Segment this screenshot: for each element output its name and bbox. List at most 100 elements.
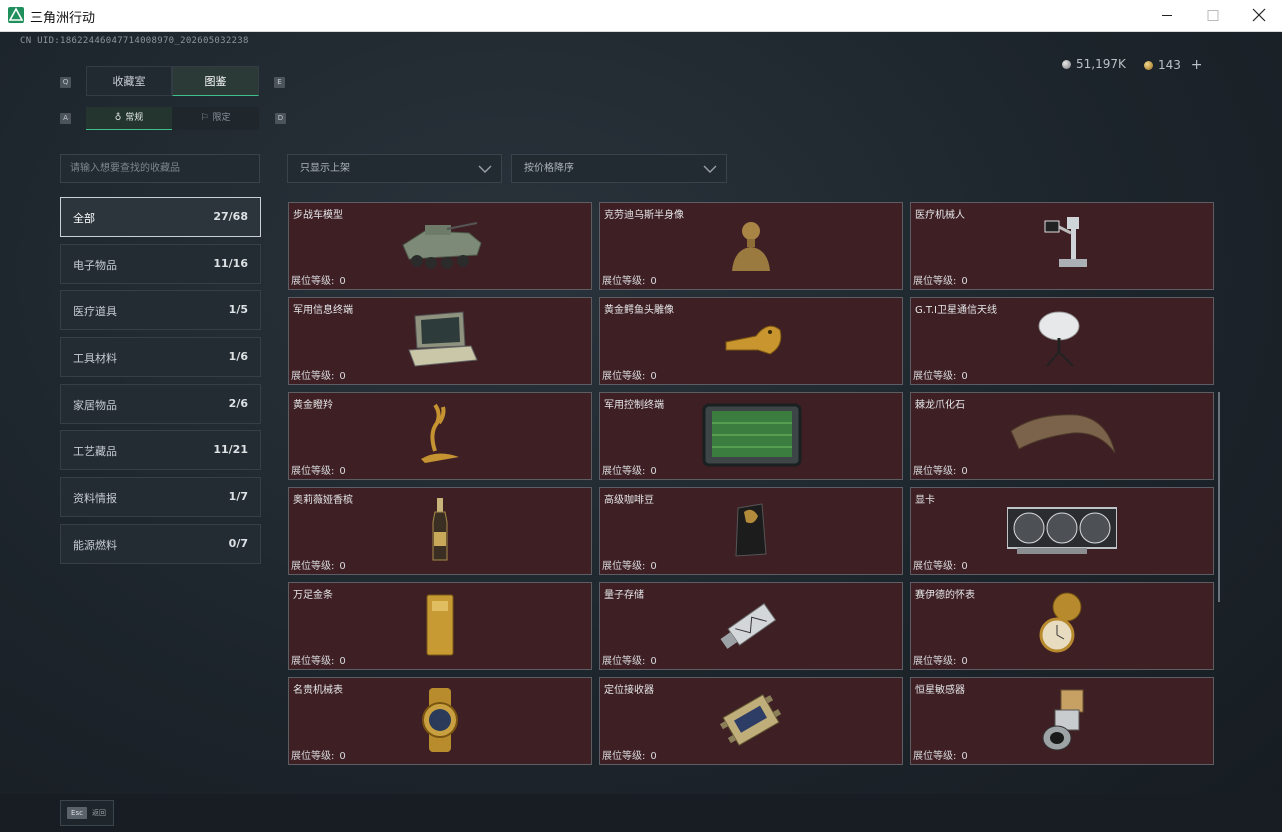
collectible-card[interactable]: 显卡 展位等级: 0	[910, 487, 1214, 575]
booth-level-label: 展位等级:	[913, 466, 957, 477]
limited-icon: ⚐	[200, 113, 209, 123]
collectible-card[interactable]: 棘龙爪化石 展位等级: 0	[910, 392, 1214, 480]
graphics-card-icon	[1006, 496, 1118, 564]
coin-amount: 51,197K	[1076, 57, 1126, 71]
booth-level: 展位等级: 0	[913, 272, 968, 287]
category-count: 11/21	[213, 443, 248, 456]
item-name: 万足金条	[293, 590, 333, 601]
wristwatch-icon	[385, 686, 495, 754]
booth-level: 展位等级: 0	[602, 367, 657, 382]
category-count: 1/5	[228, 303, 248, 316]
footer-bar	[0, 794, 1282, 832]
category-count: 2/6	[228, 397, 248, 410]
category-item[interactable]: 工艺藏品 11/21	[60, 430, 261, 470]
collectible-card[interactable]: 赛伊德的怀表 展位等级: 0	[910, 582, 1214, 670]
sort-dropdown[interactable]: 按价格降序	[511, 154, 727, 183]
regular-icon: ♁	[114, 113, 122, 123]
category-label: 电子物品	[73, 259, 117, 272]
category-label: 全部	[73, 212, 95, 225]
subtab-limited-label: 限定	[212, 113, 231, 123]
item-name: 奥莉薇娅香槟	[293, 495, 353, 506]
booth-level-label: 展位等级:	[602, 276, 646, 287]
currency-premium: 143 +	[1144, 57, 1202, 73]
collectible-card[interactable]: 量子存储展位等级: 0	[599, 582, 903, 670]
tab-collection-room[interactable]: 收藏室	[86, 66, 172, 96]
category-label: 资料情报	[73, 492, 117, 505]
category-item[interactable]: 医疗道具 1/5	[60, 290, 261, 330]
item-name: 高级咖啡豆	[604, 495, 654, 506]
booth-level: 展位等级: 0	[913, 462, 968, 477]
category-count: 0/7	[228, 537, 248, 550]
category-count: 27/68	[213, 210, 248, 223]
category-count: 11/16	[213, 257, 248, 270]
booth-level-value: 0	[961, 561, 968, 572]
booth-level: 展位等级: 0	[913, 652, 968, 667]
booth-level-label: 展位等级:	[913, 656, 957, 667]
collectible-card[interactable]: 黄金鳄鱼头雕像 展位等级: 0	[599, 297, 903, 385]
booth-level-value: 0	[339, 561, 346, 572]
booth-level-value: 0	[961, 371, 968, 382]
booth-level-label: 展位等级:	[602, 371, 646, 382]
gold-coin-icon	[1144, 61, 1153, 70]
category-item[interactable]: 电子物品 11/16	[60, 244, 261, 284]
grid-scrollbar[interactable]	[1218, 392, 1220, 602]
gold-bar-icon	[385, 591, 495, 659]
user-uid: CN UID:18622446047714008970_202605032238	[20, 36, 249, 46]
booth-level-value: 0	[339, 656, 346, 667]
collectible-card[interactable]: 万足金条展位等级: 0	[288, 582, 592, 670]
booth-level: 展位等级: 0	[913, 367, 968, 382]
collectible-card[interactable]: 军用信息终端 展位等级: 0	[288, 297, 592, 385]
collectible-card[interactable]: 步战车模型 展位等级: 0	[288, 202, 592, 290]
gold-crocodile-icon	[696, 306, 806, 374]
booth-level-label: 展位等级:	[291, 656, 335, 667]
claw-fossil-icon	[1007, 401, 1117, 469]
category-label: 能源燃料	[73, 539, 117, 552]
tab-codex[interactable]: 图鉴	[172, 66, 259, 96]
esc-key-hint: Esc	[67, 807, 87, 819]
collectible-card[interactable]: 恒星敏感器 展位等级: 0	[910, 677, 1214, 765]
collectible-card[interactable]: 定位接收器 展位等级: 0	[599, 677, 903, 765]
premium-amount: 143	[1158, 58, 1181, 72]
booth-level-label: 展位等级:	[291, 466, 335, 477]
maximize-icon[interactable]	[1190, 0, 1236, 31]
item-name: 军用控制终端	[604, 400, 664, 411]
category-item[interactable]: 资料情报 1/7	[60, 477, 261, 517]
app-logo-icon	[8, 7, 24, 23]
collectible-card[interactable]: 克劳迪乌斯半身像 展位等级: 0	[599, 202, 903, 290]
booth-level: 展位等级: 0	[602, 557, 657, 572]
category-item[interactable]: 家居物品 2/6	[60, 384, 261, 424]
listed-filter-dropdown[interactable]: 只显示上架	[287, 154, 502, 183]
listed-filter-label: 只显示上架	[300, 163, 350, 174]
booth-level: 展位等级: 0	[602, 747, 657, 762]
back-label: 返回	[92, 809, 106, 817]
subtab-regular[interactable]: ♁ 常规	[86, 107, 172, 130]
collectible-card[interactable]: 医疗机械人 展位等级: 0	[910, 202, 1214, 290]
window-title: 三角洲行动	[30, 11, 96, 26]
star-sensor-icon	[1007, 686, 1117, 754]
subtab-limited[interactable]: ⚐ 限定	[172, 107, 259, 130]
booth-level: 展位等级: 0	[602, 272, 657, 287]
category-item[interactable]: 工具材料 1/6	[60, 337, 261, 377]
collectible-card[interactable]: 名贵机械表 展位等级: 0	[288, 677, 592, 765]
item-name: 量子存储	[604, 590, 644, 601]
booth-level: 展位等级: 0	[291, 557, 346, 572]
item-name: G.T.I卫星通信天线	[915, 305, 997, 316]
search-input[interactable]: 请输入想要查找的收藏品	[60, 154, 260, 183]
collectible-card[interactable]: 奥莉薇娅香槟展位等级: 0	[288, 487, 592, 575]
category-item[interactable]: 全部 27/68	[60, 197, 261, 237]
back-button[interactable]: Esc 返回	[60, 800, 114, 826]
item-name: 黄金瞪羚	[293, 400, 333, 411]
collectible-card[interactable]: G.T.I卫星通信天线展位等级: 0	[910, 297, 1214, 385]
minimize-icon[interactable]	[1144, 0, 1190, 31]
add-currency-button[interactable]: +	[1191, 57, 1203, 73]
key-hint-a: A	[60, 113, 71, 124]
collectible-card[interactable]: 黄金瞪羚 展位等级: 0	[288, 392, 592, 480]
subtab-regular-label: 常规	[125, 113, 144, 123]
booth-level-label: 展位等级:	[913, 751, 957, 762]
booth-level: 展位等级: 0	[291, 652, 346, 667]
booth-level: 展位等级: 0	[602, 652, 657, 667]
category-item[interactable]: 能源燃料 0/7	[60, 524, 261, 564]
collectible-card[interactable]: 高级咖啡豆展位等级: 0	[599, 487, 903, 575]
collectible-card[interactable]: 军用控制终端 展位等级: 0	[599, 392, 903, 480]
close-icon[interactable]	[1236, 0, 1282, 31]
